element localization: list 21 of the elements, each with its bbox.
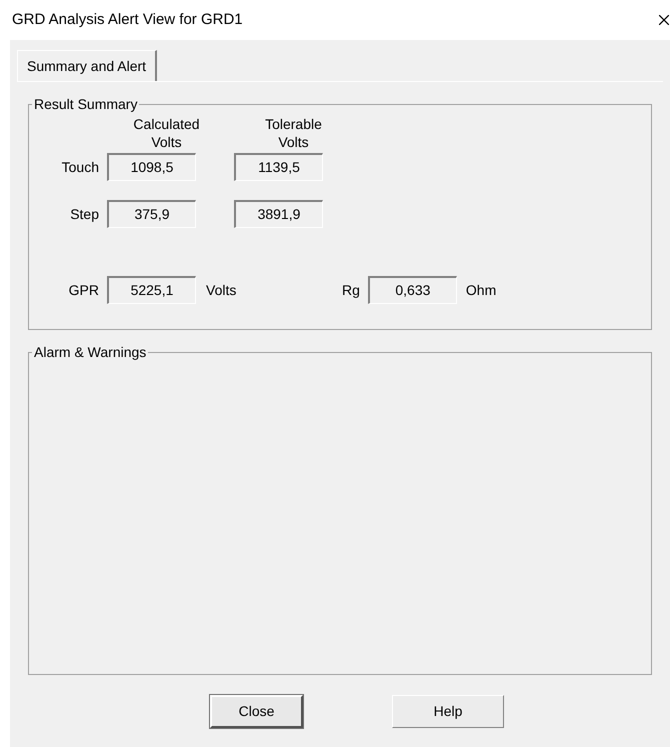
default-button[interactable]: Close — [210, 695, 303, 728]
value-field: 1098,5 — [107, 153, 196, 181]
unit-label: Ohm — [466, 280, 496, 300]
group-title: Alarm & Warnings — [33, 343, 148, 362]
unit-label: Volts — [206, 280, 238, 300]
row-label: Touch — [60, 158, 99, 176]
value-field: 1139,5 — [234, 153, 323, 181]
field-label: Rg — [342, 280, 360, 300]
field-label: GPR — [68, 280, 99, 300]
group-title: Result Summary — [33, 95, 138, 114]
close-icon[interactable] — [659, 15, 669, 25]
button[interactable]: Help — [392, 695, 504, 728]
row-label: Step — [69, 204, 99, 224]
column-heading: Tolerable Volts — [264, 115, 323, 151]
window-title: GRD Analysis Alert View for GRD1 — [12, 10, 243, 30]
value-field: 375,9 — [107, 200, 196, 228]
tab[interactable]: Summary and Alert — [17, 50, 158, 81]
value-field: 0,633 — [368, 276, 457, 304]
value-field: 5225,1 — [107, 276, 196, 304]
value-field: 3891,9 — [234, 200, 323, 228]
column-heading: Calculated Volts — [132, 115, 201, 151]
